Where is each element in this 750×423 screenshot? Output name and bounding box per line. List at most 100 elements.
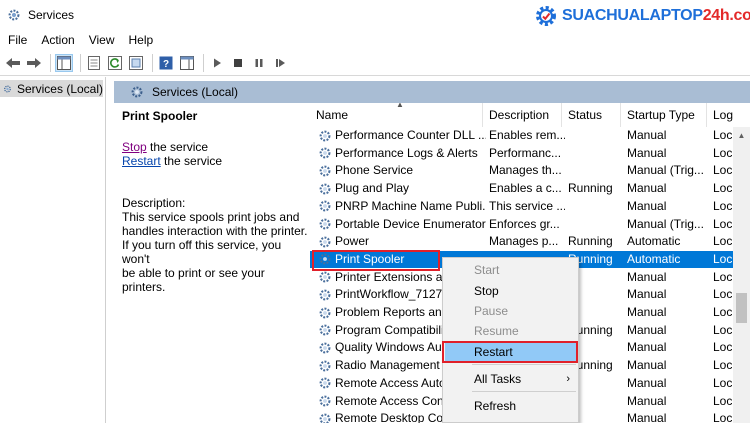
help-button[interactable]: ?	[157, 54, 175, 72]
export-list-button[interactable]	[127, 54, 145, 72]
service-name: Performance Counter DLL ...	[335, 128, 486, 142]
stop-action-line: Stop the service	[122, 140, 208, 154]
column-header-name[interactable]: ▲ Name	[310, 103, 483, 127]
column-header-description[interactable]: Description	[483, 103, 562, 127]
service-startup-type: Manual (Trig...	[627, 163, 704, 178]
service-description: Enforces gr...	[489, 216, 560, 231]
service-gear-icon	[319, 236, 331, 248]
brand-name: SUACHUALAPTOP24h.com	[562, 7, 750, 25]
service-gear-icon	[319, 360, 331, 372]
properties-button[interactable]	[85, 54, 103, 72]
menu-item-all-tasks[interactable]: All Tasks ›	[445, 369, 578, 389]
back-arrow-icon	[6, 57, 20, 68]
back-button[interactable]	[4, 54, 22, 72]
stop-service-button[interactable]	[229, 54, 247, 72]
service-startup-type: Automatic	[627, 234, 681, 249]
service-name-cell: Plug and Play	[318, 180, 486, 197]
restart-service-link[interactable]: Restart	[122, 154, 161, 168]
scrollbar-thumb[interactable]	[736, 293, 747, 323]
sort-ascending-icon: ▲	[396, 103, 404, 109]
properties-icon	[88, 55, 100, 70]
service-status	[568, 216, 622, 233]
vertical-scrollbar[interactable]: ▲	[733, 127, 750, 423]
column-header-log-on-as[interactable]: Log	[707, 103, 750, 127]
toolbar-separator	[203, 53, 204, 72]
service-startup-type: Manual (Trig...	[627, 216, 704, 231]
service-startup-type: Manual	[627, 181, 667, 196]
service-name: Problem Reports and	[335, 305, 449, 319]
refresh-button[interactable]	[106, 54, 124, 72]
services-header-band: Services (Local)	[114, 81, 750, 103]
menu-item-refresh[interactable]: Refresh	[445, 396, 578, 416]
column-header-status[interactable]: Status	[562, 103, 621, 127]
service-description: Enables a c...	[489, 181, 562, 196]
service-status: Running	[568, 181, 613, 196]
services-gear-icon	[131, 86, 143, 98]
service-status	[568, 127, 622, 144]
service-description: Performanc...	[489, 145, 562, 160]
tree-item-services-local[interactable]: Services (Local)	[0, 80, 103, 97]
description-line: This service spools print jobs and	[122, 210, 300, 224]
column-header-label: Startup Type	[627, 108, 695, 122]
service-row[interactable]: PNRP Machine Name Publi... This service .…	[310, 198, 750, 215]
service-name: PrintWorkflow_71274	[335, 287, 449, 302]
toolbar-separator	[152, 53, 153, 72]
service-name: Performance Logs & Alerts	[335, 145, 478, 160]
menu-help[interactable]: Help	[122, 33, 161, 47]
restart-action-line: Restart the service	[122, 154, 222, 168]
service-gear-icon	[319, 342, 331, 354]
brand-name-part1: SUACHUALAPTOP	[562, 7, 703, 24]
menu-file[interactable]: File	[0, 33, 34, 47]
service-startup-type: Manual	[627, 269, 667, 284]
menu-action[interactable]: Action	[34, 33, 81, 47]
service-description: Enables rem...	[489, 128, 565, 142]
service-row[interactable]: Performance Logs & Alerts Performanc... Ma…	[310, 145, 750, 162]
toolbar: ?	[0, 50, 750, 76]
service-row[interactable]: Performance Counter DLL ... Enables rem..…	[310, 127, 750, 144]
show-hide-console-tree-button[interactable]	[55, 53, 73, 72]
service-name: Printer Extensions and	[335, 269, 456, 284]
menu-item-pause[interactable]: Pause	[445, 301, 578, 321]
service-startup-type: Manual	[627, 145, 667, 160]
column-header-startup-type[interactable]: Startup Type	[621, 103, 707, 127]
start-service-button[interactable]	[208, 54, 226, 72]
brand-watermark: SUACHUALAPTOP24h.com	[534, 4, 750, 28]
scroll-up-arrow-icon[interactable]: ▲	[733, 127, 750, 144]
service-name-cell: Performance Logs & Alerts	[318, 145, 486, 162]
menu-item-label: All Tasks	[474, 372, 522, 386]
toolbar-separator	[50, 53, 51, 72]
pause-service-button[interactable]	[250, 54, 268, 72]
forward-button[interactable]	[25, 54, 43, 72]
service-gear-icon	[319, 324, 331, 336]
service-name: Radio Management S	[335, 358, 452, 373]
service-startup-type: Manual	[627, 128, 667, 142]
service-row[interactable]: Plug and Play Enables a c... Running Manual…	[310, 180, 750, 197]
service-description: Manages p...	[489, 234, 559, 249]
service-row[interactable]: Phone Service Manages th... Manual (Trig..…	[310, 162, 750, 179]
column-header-label: Status	[568, 108, 603, 122]
service-status	[568, 162, 622, 179]
service-startup-type: Manual	[627, 322, 667, 337]
export-list-icon	[129, 55, 143, 70]
toolbar-separator	[80, 53, 81, 72]
service-gear-icon	[319, 377, 331, 389]
menu-item-start[interactable]: Start	[445, 260, 578, 280]
service-row[interactable]: Portable Device Enumerator... Enforces gr…	[310, 216, 750, 233]
menu-view[interactable]: View	[82, 33, 122, 47]
service-status: Running	[568, 234, 613, 249]
menu-item-resume[interactable]: Resume	[445, 321, 578, 341]
service-row[interactable]: Power Manages p... Running Automatic Loc	[310, 233, 750, 250]
highlight-box-print-spooler	[312, 250, 440, 271]
service-gear-icon	[319, 183, 331, 195]
service-startup-type: Manual	[627, 375, 667, 390]
restart-service-button[interactable]	[271, 54, 289, 72]
service-detail-pane: Print Spooler Stop the service Restart t…	[114, 103, 310, 423]
stop-service-link[interactable]: Stop	[122, 140, 147, 154]
menu-item-stop[interactable]: Stop	[445, 281, 578, 301]
window-title: Services	[28, 8, 75, 22]
show-action-pane-button[interactable]	[178, 54, 196, 72]
service-status	[568, 145, 622, 162]
service-startup-type: Automatic	[627, 251, 681, 266]
service-gear-icon	[319, 395, 331, 407]
forward-arrow-icon	[27, 57, 41, 68]
